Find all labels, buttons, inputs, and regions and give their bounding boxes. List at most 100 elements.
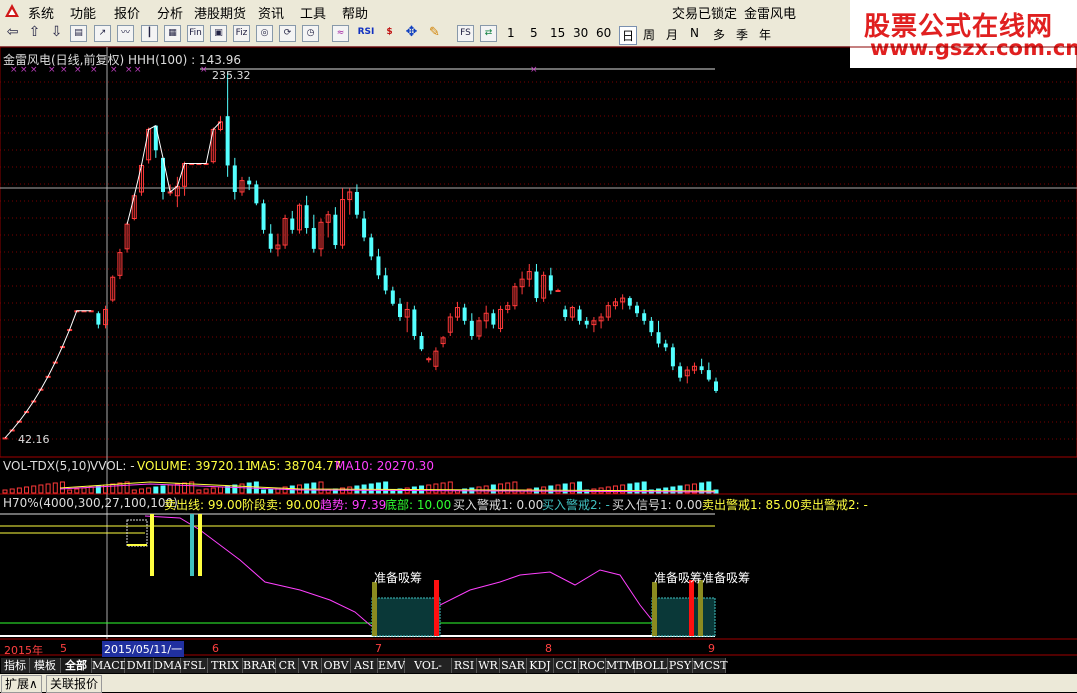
bar-icon[interactable]: ┃ [141, 25, 158, 42]
period-30min[interactable]: 30 [573, 26, 588, 40]
period-n[interactable]: N [690, 26, 699, 40]
tab-15[interactable]: RSI [452, 658, 477, 673]
period-day[interactable]: 日 [619, 26, 638, 45]
signal-bar [190, 514, 194, 576]
page-icon[interactable]: ▤ [70, 25, 87, 42]
period-15min[interactable]: 15 [550, 26, 565, 40]
period-multi[interactable]: 多 [713, 26, 725, 43]
candle-body [110, 276, 116, 301]
tab-5[interactable]: DMA [154, 658, 182, 673]
tab-18[interactable]: KDJ [527, 658, 554, 673]
tab-4[interactable]: DMI [125, 658, 154, 673]
menu-news[interactable]: 资讯 [258, 3, 284, 22]
volume-bar [512, 481, 518, 494]
chart-grid: × × × × × × × × × × × × [0, 46, 1077, 656]
wave-chart-icon[interactable]: ≈ [332, 25, 349, 42]
tab-7[interactable]: TRIX [208, 658, 243, 673]
tab-6[interactable]: FSL [181, 658, 208, 673]
back-icon[interactable]: ⇦ [4, 25, 21, 42]
period-1min[interactable]: 1 [507, 26, 515, 40]
expand-button[interactable]: 扩展∧ [1, 675, 42, 693]
period-week[interactable]: 周 [643, 26, 655, 43]
wave-icon[interactable]: ◷ [302, 25, 319, 42]
menu-help[interactable]: 帮助 [342, 3, 368, 22]
switch-icon[interactable]: ⇄ [480, 25, 497, 42]
volume-bar [361, 484, 367, 494]
candle-body [398, 303, 402, 318]
menu-hk-futures[interactable]: 港股期货 [194, 3, 246, 22]
period-month[interactable]: 月 [666, 26, 678, 43]
dollar-icon[interactable]: $ [381, 25, 398, 42]
volume-bar [225, 485, 231, 494]
tab-12[interactable]: ASI [351, 658, 378, 673]
candle-body [526, 271, 532, 280]
candle-body [454, 307, 460, 318]
tab-9[interactable]: CR [276, 658, 299, 673]
tab-23[interactable]: PSY [668, 658, 693, 673]
volume-bar [16, 487, 22, 494]
volume-bar [541, 486, 547, 494]
tab-3[interactable]: MACD [92, 658, 128, 673]
f10-icon[interactable]: ▣ [210, 25, 227, 42]
menu-quote[interactable]: 报价 [114, 3, 140, 22]
candle-body [182, 163, 188, 187]
absorb-bar [372, 582, 377, 636]
candle-body [383, 275, 388, 291]
fiz-icon[interactable]: Fiz [233, 25, 250, 42]
menu-tools[interactable]: 工具 [300, 3, 326, 22]
line-icon[interactable]: 〰 [117, 25, 134, 42]
tab-19[interactable]: CCI [554, 658, 579, 673]
tab-14[interactable]: VOL-TDX [405, 658, 452, 687]
refresh-icon[interactable]: ⟳ [279, 25, 296, 42]
period-5min[interactable]: 5 [530, 26, 538, 40]
move-icon[interactable]: ✥ [403, 25, 420, 42]
down-icon[interactable]: ⇩ [48, 25, 65, 42]
fs-icon[interactable]: FS [457, 25, 474, 42]
tab-8[interactable]: BRAR [243, 658, 276, 673]
grid-icon[interactable]: ▦ [164, 25, 181, 42]
candle-body [174, 185, 180, 197]
volume-bar [88, 486, 94, 494]
volume-bar [196, 489, 202, 494]
candle-body [620, 297, 626, 303]
candle-body [598, 316, 604, 322]
linked-quote-button[interactable]: 关联报价 [46, 675, 103, 693]
candle-body [462, 307, 467, 321]
tab-21[interactable]: MTM [606, 658, 636, 673]
volume-bar [332, 488, 338, 494]
tab-0[interactable]: 指标 [1, 658, 30, 673]
volume-bar [210, 487, 216, 494]
menu-analysis[interactable]: 分析 [157, 3, 183, 22]
period-year[interactable]: 年 [759, 26, 771, 43]
candle-body [354, 191, 359, 215]
chart-icon[interactable]: ↗ [94, 25, 111, 42]
tab-16[interactable]: WR [477, 658, 500, 673]
tab-20[interactable]: ROC [579, 658, 606, 673]
trade-lock-status[interactable]: 交易已锁定 [672, 3, 737, 22]
candle-body [684, 369, 690, 377]
up-icon[interactable]: ⇧ [26, 25, 43, 42]
candle-body [59, 346, 65, 349]
rsi-icon[interactable]: RSI [355, 25, 377, 42]
tab-10[interactable]: VR [299, 658, 322, 673]
volume-bar [31, 485, 37, 494]
tab-11[interactable]: OBV [322, 658, 351, 673]
circle-icon[interactable]: ◎ [256, 25, 273, 42]
tab-2[interactable]: 全部 [61, 658, 92, 673]
volume-bar [411, 486, 417, 494]
fin-icon[interactable]: Fin [187, 25, 204, 42]
tab-17[interactable]: SAR [500, 658, 527, 673]
tab-13[interactable]: EMV [378, 658, 405, 673]
tab-1[interactable]: 模板 [30, 658, 61, 673]
volume-bar [519, 489, 525, 494]
menu-system[interactable]: 系统 [28, 3, 54, 22]
volume-bar [684, 484, 690, 494]
period-quarter[interactable]: 季 [736, 26, 748, 43]
tab-24[interactable]: MCST [693, 658, 728, 673]
period-60min[interactable]: 60 [596, 26, 611, 40]
pen-icon[interactable]: ✎ [426, 25, 443, 42]
menu-function[interactable]: 功能 [70, 3, 96, 22]
tab-22[interactable]: BOLL [635, 658, 668, 673]
absorb-zone [371, 597, 441, 637]
kline-chart-canvas[interactable]: × × × × × × × × × × × × [0, 0, 1077, 692]
